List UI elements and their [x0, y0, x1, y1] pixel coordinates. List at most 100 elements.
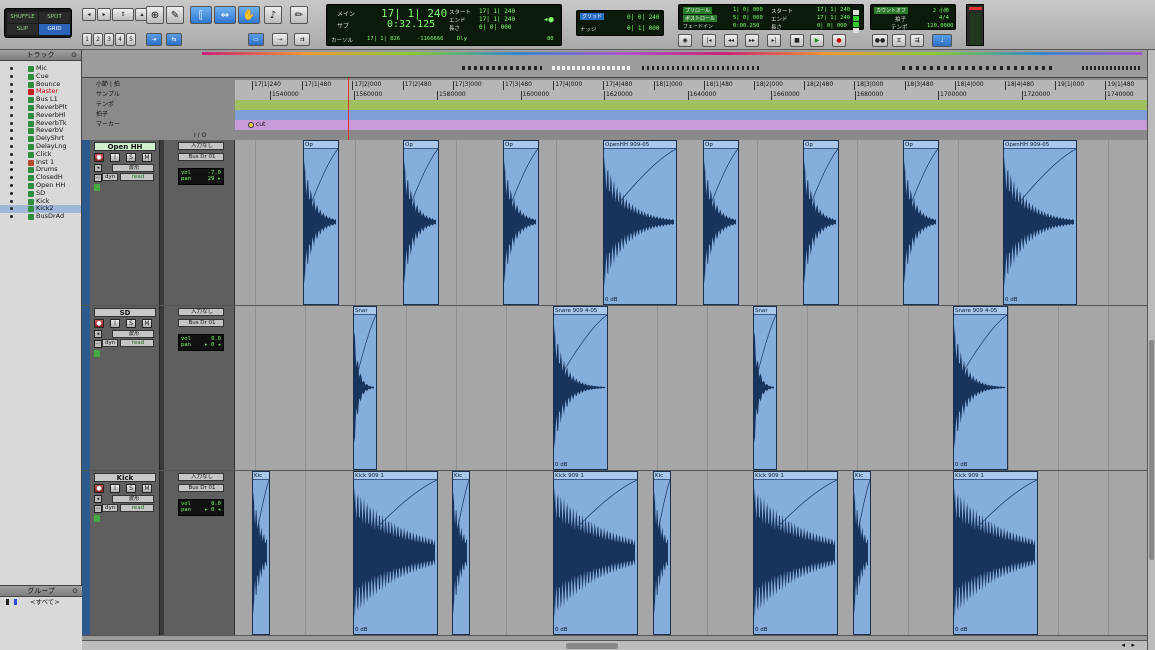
pan-value[interactable]: 29 ▸	[208, 176, 221, 182]
clip-gain-label[interactable]: 0 dB	[555, 627, 568, 633]
elastic-icon[interactable]	[94, 350, 100, 357]
track-list-item[interactable]: BusDrAd	[0, 212, 81, 221]
marker-ruler[interactable]: マーカー cut	[82, 120, 1147, 130]
audio-clip[interactable]: Kick 909 1 0 dB	[753, 471, 838, 635]
tempo-ruler[interactable]: テンポ	[82, 100, 1147, 110]
insertion-follow-button[interactable]: ⇢	[272, 33, 288, 46]
input-monitor-button[interactable]: I	[110, 319, 120, 328]
track-show-icon[interactable]	[10, 105, 13, 109]
audio-clip[interactable]: Kic	[653, 471, 671, 635]
trim-tool[interactable]: ⟦	[190, 6, 212, 24]
pan-value[interactable]: ▸ 0 ◂	[204, 342, 221, 348]
groups-menu-icon[interactable]: ⊙	[72, 586, 78, 597]
zoom-preset-3[interactable]: 3	[104, 33, 114, 46]
solo-button[interactable]: S	[126, 484, 136, 493]
goto-end-button[interactable]: ▸|	[767, 34, 781, 47]
preroll-button[interactable]: プリロール	[683, 7, 713, 14]
clip-gain-label[interactable]: 0 dB	[1005, 297, 1018, 303]
wait-note-button[interactable]: ●●	[872, 34, 888, 47]
audio-clip[interactable]: Kick 909 1 0 dB	[953, 471, 1038, 635]
record-enable-button[interactable]: ●	[94, 153, 104, 162]
sub-counter-value[interactable]: 0:32.125	[387, 19, 435, 30]
audio-clip[interactable]: Kic	[853, 471, 871, 635]
track-color-bar[interactable]	[82, 140, 90, 305]
track-show-icon[interactable]	[10, 152, 13, 156]
audio-clip[interactable]: Op	[703, 140, 739, 305]
audio-clip[interactable]: Snar	[353, 306, 377, 470]
input-selector[interactable]: 入力なし	[178, 473, 224, 481]
track-show-icon[interactable]	[10, 129, 13, 133]
link-track-button[interactable]: ⇉	[294, 33, 310, 46]
audio-clip[interactable]: Kic	[452, 471, 470, 635]
group-item-all[interactable]: <すべて>	[0, 597, 82, 607]
track-name-field[interactable]: Open HH	[94, 142, 156, 151]
preroll-value[interactable]: 1| 0| 000	[733, 7, 763, 13]
clip-gain-label[interactable]: 0 dB	[605, 297, 618, 303]
track-show-icon[interactable]	[10, 98, 13, 102]
wrench-tool[interactable]: ✎	[166, 6, 184, 24]
track-color-bar[interactable]	[82, 471, 90, 635]
track-list-menu-icon[interactable]: ⊙	[71, 50, 77, 61]
grabber-tool[interactable]: ✋	[238, 6, 260, 24]
link-timeline-button[interactable]: ⇆	[166, 33, 182, 46]
meter-value[interactable]: 4/4	[939, 15, 949, 21]
track-name-field[interactable]: Kick	[94, 473, 156, 482]
track-view-selector[interactable]: 波形	[112, 164, 154, 172]
length-value[interactable]: 0| 0| 000	[479, 24, 512, 31]
mute-button[interactable]: M	[142, 153, 152, 162]
online-button[interactable]: ◉	[678, 34, 692, 47]
pan-value[interactable]: ▸ 0 ◂	[204, 507, 221, 513]
horizontal-scrollbar[interactable]: ◂ ▸	[82, 640, 1147, 650]
track-show-icon[interactable]	[10, 113, 13, 117]
track-view-selector[interactable]: 波形	[112, 330, 154, 338]
transport-end-value[interactable]: 17| 1| 240	[817, 15, 850, 21]
zoom-toggle-button[interactable]: ⇕	[112, 8, 134, 21]
audio-clip[interactable]: Op	[303, 140, 339, 305]
audio-clip[interactable]: Snare 909 4-05 0 dB	[953, 306, 1008, 470]
audio-clip[interactable]: Op	[903, 140, 939, 305]
clip-gain-label[interactable]: 0 dB	[955, 627, 968, 633]
meter-ruler[interactable]: 拍子	[82, 110, 1147, 120]
track-options-icon[interactable]: ◂	[94, 330, 102, 338]
record-enable-button[interactable]: ●	[94, 484, 104, 493]
horizontal-scroll-thumb[interactable]	[566, 643, 618, 649]
track-show-icon[interactable]	[10, 121, 13, 125]
automation-mode-selector[interactable]: read	[120, 339, 154, 347]
solo-button[interactable]: S	[126, 319, 136, 328]
grid-value[interactable]: 0| 0| 240	[627, 14, 660, 21]
rtz-button[interactable]: |◂	[702, 34, 716, 47]
track-name-field[interactable]: SD	[94, 308, 156, 317]
audio-clip[interactable]: Snare 909 4-05 0 dB	[553, 306, 608, 470]
track-show-icon[interactable]	[10, 74, 13, 78]
audio-clip[interactable]: Snar	[753, 306, 777, 470]
solo-button[interactable]: S	[126, 153, 136, 162]
audio-clip[interactable]: Op	[403, 140, 439, 305]
postroll-button[interactable]: ポストロール	[683, 15, 718, 22]
track-show-icon[interactable]	[10, 82, 13, 86]
mute-button[interactable]: M	[142, 484, 152, 493]
track-options-icon[interactable]: ◂	[94, 164, 102, 172]
fadein-value[interactable]: 0:00.250	[733, 23, 760, 29]
input-monitor-button[interactable]: I	[110, 484, 120, 493]
pencil-tool[interactable]: ✏	[290, 6, 308, 24]
elastic-icon[interactable]	[94, 184, 100, 191]
audio-clip[interactable]: Kick 909 1 0 dB	[553, 471, 638, 635]
automation-mode-selector[interactable]: read	[120, 504, 154, 512]
track-show-icon[interactable]	[10, 207, 13, 211]
dyn-toggle[interactable]: dyn	[102, 339, 118, 347]
countoff-value[interactable]: 2 小節	[933, 7, 949, 14]
scroll-right-icon[interactable]: ▸	[1131, 641, 1135, 649]
fastforward-button[interactable]: ▸▸	[745, 34, 759, 47]
stop-button[interactable]: ■	[790, 34, 804, 47]
zoom-preset-1[interactable]: 1	[82, 33, 92, 46]
countoff-button[interactable]: カウントオフ	[874, 7, 909, 14]
dyn-toggle[interactable]: dyn	[102, 173, 118, 181]
record-button[interactable]: ●	[832, 34, 846, 47]
zoom-preset-5[interactable]: 5	[126, 33, 136, 46]
track-playlist-lane[interactable]: Kic Kick 909 1 0 dB Kic Kick 909 1 0 dB Kic Kic…	[235, 471, 1147, 635]
clip-gain-label[interactable]: 0 dB	[955, 462, 968, 468]
track-playlist-lane[interactable]: Snar Snare 909 4-05 0 dB Snar Snare 909 4-05…	[235, 306, 1147, 470]
end-value[interactable]: 17| 1| 240	[479, 16, 515, 23]
zoom-preset-4[interactable]: 4	[115, 33, 125, 46]
track-options-icon[interactable]: ◂	[94, 495, 102, 503]
